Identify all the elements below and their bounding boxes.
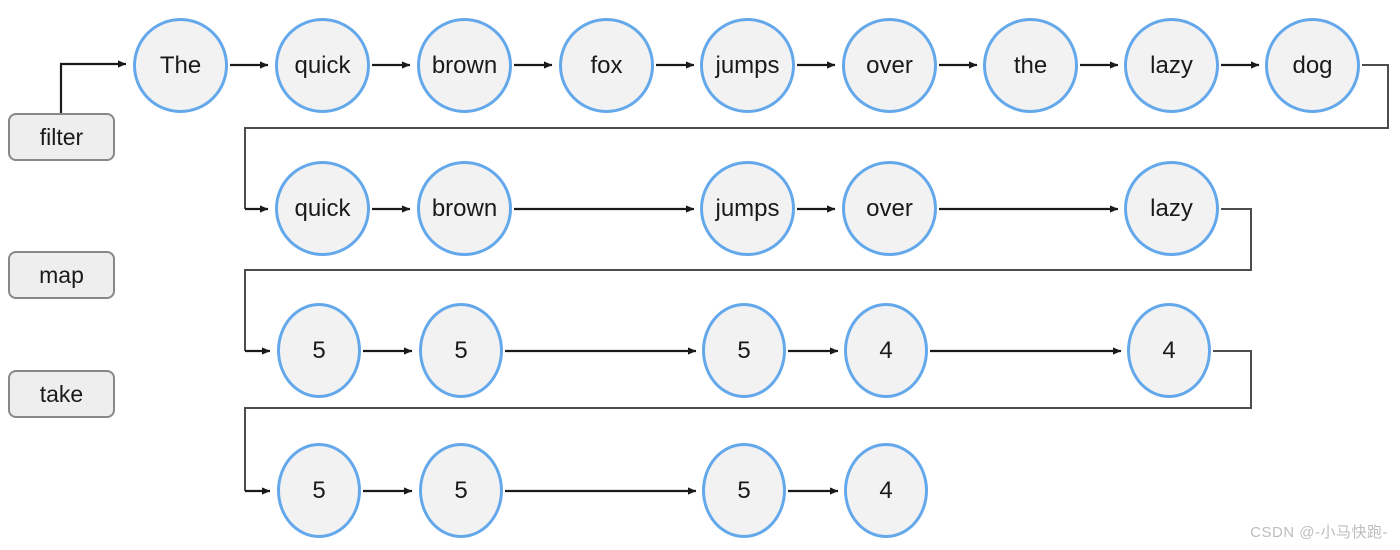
stream-node-label: 5 [454, 336, 468, 364]
stream-node[interactable]: 5 [419, 303, 503, 398]
operator-label: map [39, 261, 84, 288]
stream-node[interactable]: brown [417, 161, 512, 256]
stream-node-label: brown [431, 194, 498, 222]
stream-node-label: jumps [715, 51, 780, 79]
operator-box-filter[interactable]: filter [8, 113, 115, 161]
stream-node[interactable]: 5 [702, 443, 786, 538]
row1-to-row2-connector [244, 64, 1389, 213]
stream-node-label: 5 [737, 476, 751, 504]
stream-node-label: 4 [879, 476, 893, 504]
operator-box-map[interactable]: map [8, 251, 115, 299]
stream-node[interactable]: 5 [277, 443, 361, 538]
stream-node[interactable]: the [983, 18, 1078, 113]
operator-label: take [39, 380, 84, 407]
stream-node[interactable]: 4 [1127, 303, 1211, 398]
stream-node-label: The [159, 51, 202, 79]
stream-node-label: the [1013, 51, 1048, 79]
stream-node[interactable]: 5 [702, 303, 786, 398]
stream-node-label: over [866, 51, 913, 79]
stream-node[interactable]: quick [275, 161, 370, 256]
stream-node-label: jumps [715, 194, 780, 222]
stream-node[interactable]: The [133, 18, 228, 113]
stream-node-label: fox [590, 51, 623, 79]
stream-node[interactable]: brown [417, 18, 512, 113]
stream-node-label: lazy [1150, 194, 1193, 222]
stream-node-label: 5 [737, 336, 751, 364]
stream-node-label: 5 [312, 476, 326, 504]
stream-node[interactable]: 4 [844, 443, 928, 538]
stream-node[interactable]: fox [559, 18, 654, 113]
stream-node-label: over [866, 194, 913, 222]
stream-node[interactable]: jumps [700, 18, 795, 113]
stream-node[interactable]: over [842, 18, 937, 113]
stream-node-label: lazy [1150, 51, 1193, 79]
stream-node[interactable]: 5 [419, 443, 503, 538]
stream-node[interactable]: quick [275, 18, 370, 113]
stream-node-label: quick [294, 194, 351, 222]
operator-box-take[interactable]: take [8, 370, 115, 418]
stream-node[interactable]: dog [1265, 18, 1360, 113]
stream-node-label: brown [431, 51, 498, 79]
stream-node-label: quick [294, 51, 351, 79]
filter-entry-connector [59, 60, 127, 113]
stream-node[interactable]: lazy [1124, 18, 1219, 113]
stream-node-label: 4 [879, 336, 893, 364]
stream-node[interactable]: jumps [700, 161, 795, 256]
watermark: CSDN @-小马快跑- [1250, 524, 1388, 541]
stream-node[interactable]: lazy [1124, 161, 1219, 256]
stream-node[interactable]: over [842, 161, 937, 256]
stream-node-label: 5 [312, 336, 326, 364]
stream-node[interactable]: 5 [277, 303, 361, 398]
operator-label: filter [39, 123, 84, 150]
stream-node-label: 5 [454, 476, 468, 504]
stream-node[interactable]: 4 [844, 303, 928, 398]
diagram-canvas: filter map take The quick brown fox jump… [0, 0, 1400, 550]
stream-node-label: dog [1292, 51, 1333, 79]
stream-node-label: 4 [1162, 336, 1176, 364]
